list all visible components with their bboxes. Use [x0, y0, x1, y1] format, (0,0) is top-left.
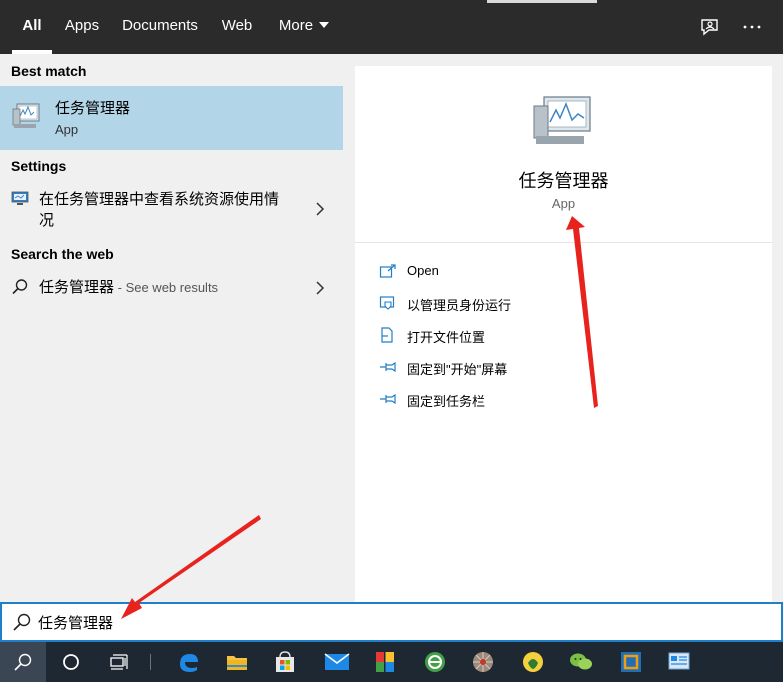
tab-web-label: Web — [221, 17, 253, 34]
best-match-heading: Best match — [11, 63, 87, 79]
taskbar-control-panel[interactable] — [656, 642, 702, 682]
store-icon — [273, 650, 297, 674]
taskbar-browser[interactable] — [412, 642, 458, 682]
action-pin-to-start-label: 固定到"开始"屏幕 — [407, 362, 508, 377]
taskbar-virtualbox[interactable] — [608, 642, 654, 682]
action-open-file-location-label: 打开文件位置 — [407, 330, 486, 345]
search-icon — [11, 278, 29, 301]
search-web-heading: Search the web — [11, 246, 114, 262]
tab-documents-label: Documents — [122, 17, 198, 34]
tab-all[interactable]: All — [12, 0, 52, 54]
file-explorer-icon — [225, 650, 249, 674]
results-list: Best match 任务管理器 App Settings 在任务管理器中查看系… — [0, 54, 343, 602]
monitor-settings-icon — [11, 191, 29, 212]
task-manager-icon — [10, 100, 42, 132]
action-open-label: Open — [407, 263, 439, 278]
taskbar-edge[interactable] — [166, 642, 212, 682]
taskbar-qq[interactable] — [510, 642, 556, 682]
search-box — [0, 602, 783, 642]
web-result[interactable]: 任务管理器 - See web results — [0, 276, 343, 302]
taskbar-search-button[interactable] — [0, 642, 46, 682]
search-icon — [12, 612, 32, 632]
tab-apps-label: Apps — [64, 17, 100, 34]
taskbar-separator — [150, 654, 151, 670]
taskbar-store[interactable] — [262, 642, 308, 682]
preview-app-name: 任务管理器 — [518, 171, 609, 191]
best-match-name: 任务管理器 — [55, 100, 131, 117]
web-query: 任务管理器 — [39, 279, 115, 296]
task-view-icon — [109, 652, 129, 672]
web-results-hint: - See web results — [114, 280, 219, 295]
browser-icon — [423, 650, 447, 674]
action-run-as-admin-label: 以管理员身份运行 — [407, 298, 512, 313]
tab-web[interactable]: Web — [215, 0, 259, 54]
globe-app-icon — [471, 650, 495, 674]
search-icon — [13, 652, 33, 672]
preview-divider — [355, 242, 772, 243]
file-location-icon — [379, 327, 397, 343]
qq-icon — [521, 650, 545, 674]
virtualbox-icon — [619, 650, 643, 674]
taskbar-mail[interactable] — [314, 642, 360, 682]
control-panel-icon — [667, 651, 691, 673]
settings-result-line1: 在任务管理器中查看系统资源使用情 — [39, 191, 280, 208]
task-manager-large-icon — [530, 94, 594, 150]
task-view-button[interactable] — [96, 642, 142, 682]
pin-icon — [379, 391, 397, 407]
cortana-icon — [61, 652, 81, 672]
tab-apps[interactable]: Apps — [60, 0, 104, 54]
more-options-icon[interactable] — [739, 14, 765, 40]
action-pin-to-taskbar-label: 固定到任务栏 — [407, 394, 486, 409]
chevron-right-icon — [315, 202, 325, 216]
tab-all-label: All — [22, 17, 42, 34]
tab-more[interactable]: More — [272, 0, 336, 54]
open-icon — [379, 263, 397, 279]
tab-documents[interactable]: Documents — [118, 0, 202, 54]
cortana-button[interactable] — [48, 642, 94, 682]
mail-icon — [324, 651, 350, 673]
filter-tab-bar: All Apps Documents Web More — [0, 0, 783, 54]
feedback-icon[interactable] — [697, 14, 723, 40]
pin-icon — [379, 359, 397, 375]
preview-app-type: App — [551, 196, 576, 211]
settings-heading: Settings — [11, 158, 67, 174]
settings-result[interactable]: 在任务管理器中查看系统资源使用情 况 — [0, 186, 343, 232]
window-edge-strip — [487, 0, 597, 3]
search-input[interactable] — [38, 610, 638, 634]
best-match-result[interactable]: 任务管理器 App — [0, 86, 343, 150]
preview-pane: 任务管理器 App Open 以管理员身份运行 打开文件位置 固定到"开始"屏幕… — [355, 66, 772, 602]
taskbar-wechat[interactable] — [558, 642, 604, 682]
taskbar — [0, 642, 783, 682]
web-result-text: 任务管理器 - See web results — [39, 277, 218, 298]
taskbar-globe-app[interactable] — [460, 642, 506, 682]
chevron-down-icon — [319, 22, 330, 28]
run-as-admin-icon — [379, 295, 397, 311]
chevron-right-icon — [315, 281, 325, 295]
app-icon — [373, 650, 397, 674]
tab-more-label: More — [278, 17, 314, 34]
best-match-type: App — [55, 122, 79, 137]
taskbar-file-explorer[interactable] — [214, 642, 260, 682]
taskbar-app[interactable] — [362, 642, 408, 682]
settings-result-line2: 况 — [39, 212, 55, 229]
wechat-icon — [568, 650, 594, 674]
edge-icon — [177, 650, 201, 674]
